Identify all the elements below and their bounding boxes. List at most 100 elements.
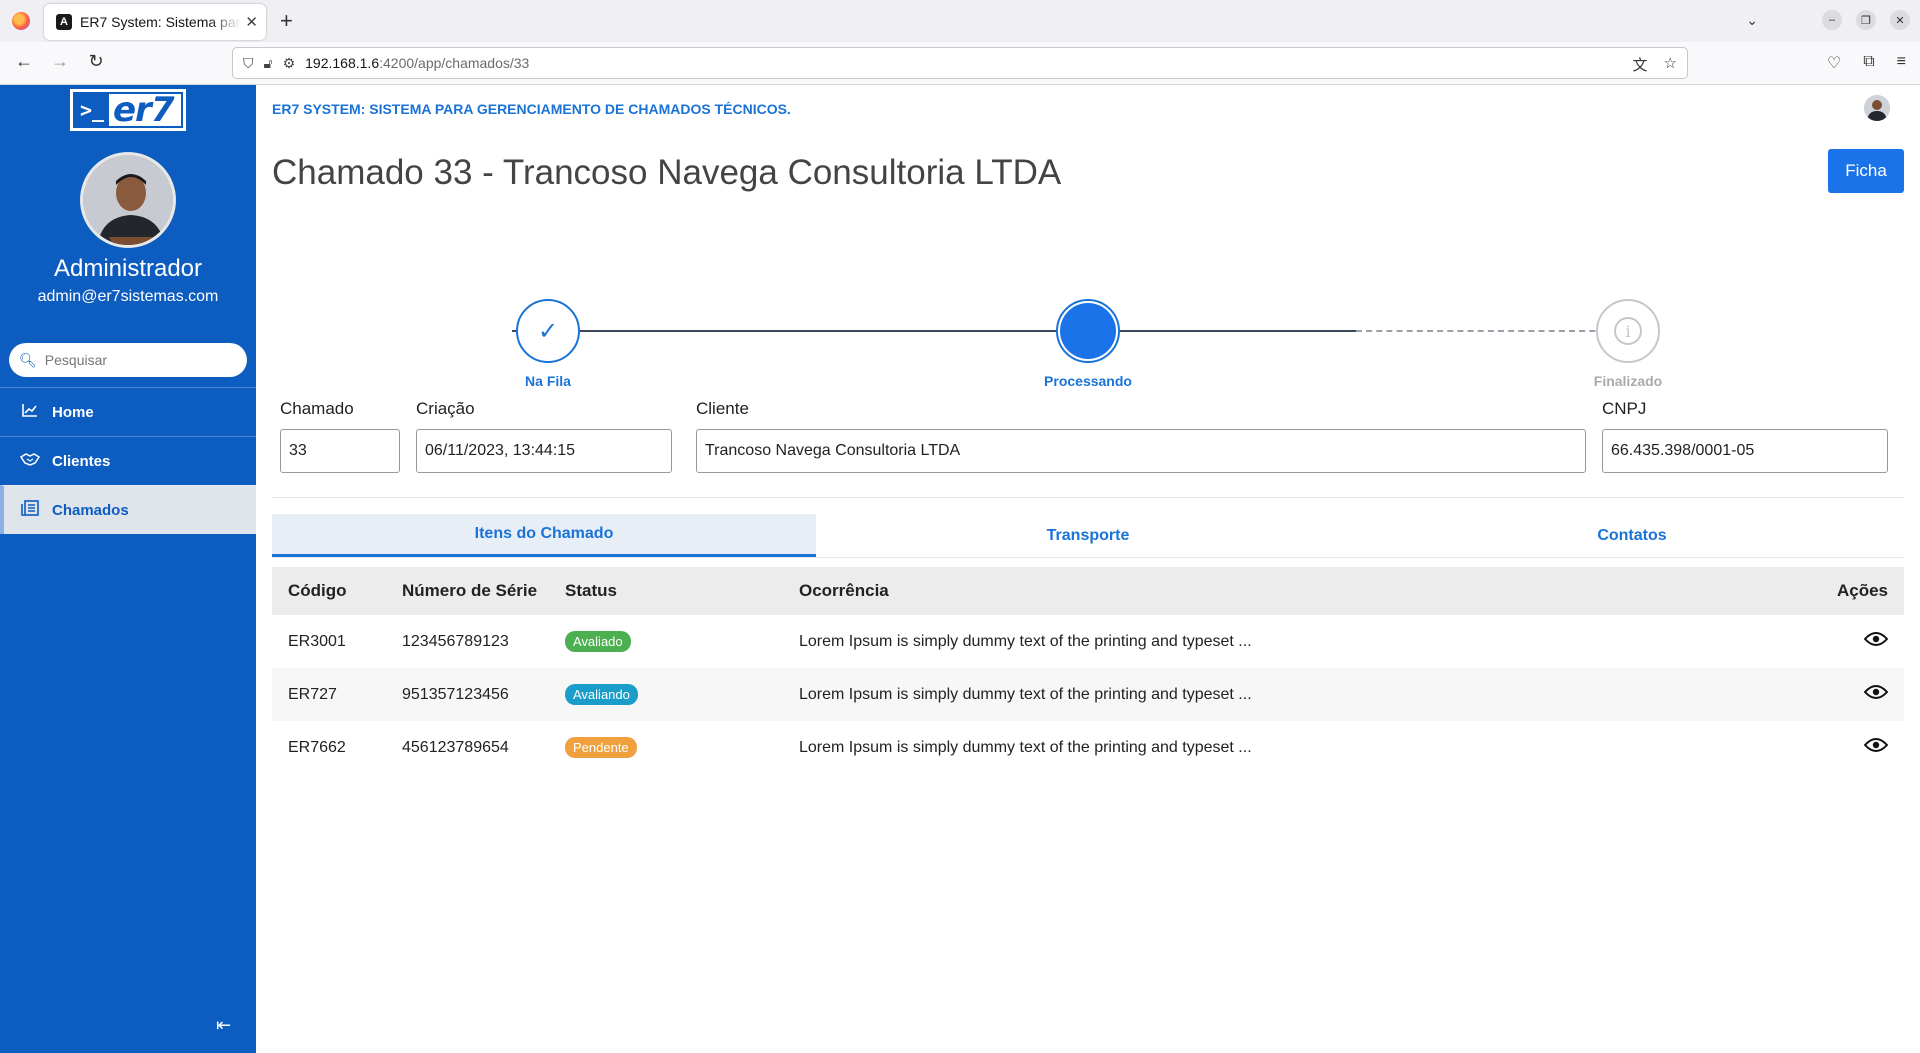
codigo-cell: ER3001 <box>288 632 346 650</box>
handshake-icon <box>19 452 41 471</box>
sidebar-item-label: Clientes <box>52 452 111 470</box>
sidebar-item-clientes[interactable]: Clientes <box>0 436 256 485</box>
browser-tab[interactable]: A ER7 System: Sistema para Gerenciamento… <box>44 4 266 40</box>
back-icon[interactable]: ← <box>12 51 36 72</box>
url-host: 192.168.1.6 <box>305 55 380 71</box>
lock-icon[interactable]: 🔓︎ <box>264 55 273 72</box>
cnpj-label: CNPJ <box>1602 399 1647 418</box>
stepper-line <box>512 330 1314 332</box>
chart-icon <box>20 403 40 422</box>
check-icon: ✓ <box>537 317 559 345</box>
cliente-label: Cliente <box>696 399 749 418</box>
step-label: Processando <box>1044 373 1132 389</box>
status-badge: Avaliado <box>565 631 631 652</box>
avatar <box>80 152 176 248</box>
info-icon: i <box>1614 317 1642 345</box>
step-na-fila: ✓ <box>516 299 580 363</box>
codigo-cell: ER7662 <box>288 738 346 756</box>
list-tabs-chevron-icon[interactable]: ⌄ <box>1746 12 1758 29</box>
browser-tabbar: A ER7 System: Sistema para Gerenciamento… <box>0 0 1920 42</box>
reload-icon[interactable]: ↻ <box>84 51 108 72</box>
ocorrencia-cell: Lorem Ipsum is simply dummy text of the … <box>799 685 1252 703</box>
cnpj-field[interactable] <box>1602 429 1888 473</box>
view-eye-icon[interactable] <box>1804 684 1904 705</box>
new-tab-icon[interactable]: + <box>280 8 293 34</box>
search-icon: 🔍︎ <box>19 351 37 368</box>
step-label: Finalizado <box>1593 373 1663 389</box>
status-stepper: ✓ i Na Fila Processando Finalizado <box>256 265 1920 389</box>
collapse-sidebar-icon[interactable]: ⇤ <box>216 1015 231 1036</box>
minimize-icon[interactable]: – <box>1822 10 1842 30</box>
criacao-label: Criação <box>416 399 475 418</box>
close-window-icon[interactable]: ✕ <box>1890 10 1910 30</box>
codigo-cell: ER727 <box>288 685 337 703</box>
tab-itens-do-chamado[interactable]: Itens do Chamado <box>272 514 816 557</box>
column-header[interactable]: Ocorrência <box>799 581 1804 601</box>
cliente-field[interactable] <box>696 429 1586 473</box>
bookmark-star-icon[interactable]: ☆ <box>1664 54 1677 75</box>
sidebar-item-label: Home <box>52 403 94 421</box>
chamado-label: Chamado <box>280 399 354 418</box>
stepper-line <box>1314 330 1356 332</box>
sidebar-item-label: Chamados <box>52 501 129 519</box>
sidebar: >_ er7 Administrador admin@er7sistemas.c… <box>0 85 256 1053</box>
serie-cell: 951357123456 <box>402 685 509 703</box>
sidebar-item-chamados[interactable]: Chamados <box>0 485 256 534</box>
divider <box>272 497 1904 498</box>
table-row[interactable]: ER727 951357123456 Avaliando Lorem Ipsum… <box>272 668 1904 721</box>
user-email: admin@er7sistemas.com <box>37 288 219 305</box>
ticket-list-icon <box>20 499 40 521</box>
serie-cell: 456123789654 <box>402 738 509 756</box>
column-header[interactable]: Status <box>565 581 799 601</box>
step-label: Na Fila <box>525 373 571 389</box>
close-tab-icon[interactable]: ✕ <box>245 13 258 31</box>
site-permissions-icon[interactable]: ⚙ <box>283 55 296 72</box>
table-row[interactable]: ER7662 456123789654 Pendente Lorem Ipsum… <box>272 721 1904 774</box>
restore-icon[interactable]: ❐ <box>1856 10 1876 30</box>
logo-text: er7 <box>113 90 174 130</box>
search-box[interactable]: 🔍︎ <box>9 343 247 377</box>
er7-logo[interactable]: >_ er7 <box>70 89 186 131</box>
view-eye-icon[interactable] <box>1804 737 1904 758</box>
user-name: Administrador <box>53 255 203 282</box>
tab-title: ER7 System: Sistema para Gerenciamento d… <box>80 14 241 30</box>
table-header: Código Número de Série Status Ocorrência… <box>272 567 1904 615</box>
url-bar[interactable]: ⛉ 🔓︎ ⚙ 192.168.1.6:4200/app/chamados/33 … <box>232 47 1688 79</box>
column-header[interactable]: Código <box>272 581 402 601</box>
step-finalizado: i <box>1596 299 1660 363</box>
browser-navbar: ← → ↻ ⛉ 🔓︎ ⚙ 192.168.1.6:4200/app/chamad… <box>0 42 1920 85</box>
angular-favicon-icon: A <box>56 14 72 30</box>
firefox-icon[interactable] <box>12 12 30 30</box>
serie-cell: 123456789123 <box>402 632 509 650</box>
chamado-field[interactable] <box>280 429 400 473</box>
column-header: Ações <box>1836 581 1888 600</box>
items-table: Código Número de Série Status Ocorrência… <box>272 567 1904 774</box>
criacao-field[interactable] <box>416 429 672 473</box>
ficha-button[interactable]: Ficha <box>1828 149 1904 193</box>
forward-icon[interactable]: → <box>48 51 72 72</box>
current-step-dot <box>1060 303 1116 359</box>
tabs: Itens do Chamado Transporte Contatos <box>272 514 1904 558</box>
user-avatar-icon[interactable] <box>1864 95 1890 121</box>
url-path: :4200/app/chamados/33 <box>379 55 530 71</box>
page-title: Chamado 33 - Trancoso Navega Consultoria… <box>272 153 1062 192</box>
ocorrencia-cell: Lorem Ipsum is simply dummy text of the … <box>799 632 1252 650</box>
extensions-icon[interactable]: ⧉ <box>1863 53 1874 73</box>
sidebar-menu: Home Clientes Chamados <box>0 387 256 534</box>
table-row[interactable]: ER3001 123456789123 Avaliado Lorem Ipsum… <box>272 615 1904 668</box>
pocket-icon[interactable]: ♡ <box>1827 53 1841 73</box>
step-processando <box>1056 299 1120 363</box>
search-input[interactable] <box>44 352 235 368</box>
view-eye-icon[interactable] <box>1804 631 1904 652</box>
tab-transporte[interactable]: Transporte <box>816 514 1360 557</box>
status-badge: Pendente <box>565 737 637 758</box>
ocorrencia-cell: Lorem Ipsum is simply dummy text of the … <box>799 738 1252 756</box>
translate-icon[interactable]: 文 <box>1633 54 1648 75</box>
shield-icon[interactable]: ⛉ <box>243 55 254 72</box>
main-content: ER7 SYSTEM: SISTEMA PARA GERENCIAMENTO D… <box>256 85 1920 1053</box>
tab-contatos[interactable]: Contatos <box>1360 514 1904 557</box>
status-badge: Avaliando <box>565 684 638 705</box>
menu-icon[interactable]: ≡ <box>1897 53 1906 73</box>
sidebar-item-home[interactable]: Home <box>0 387 256 436</box>
column-header[interactable]: Número de Série <box>402 581 565 601</box>
